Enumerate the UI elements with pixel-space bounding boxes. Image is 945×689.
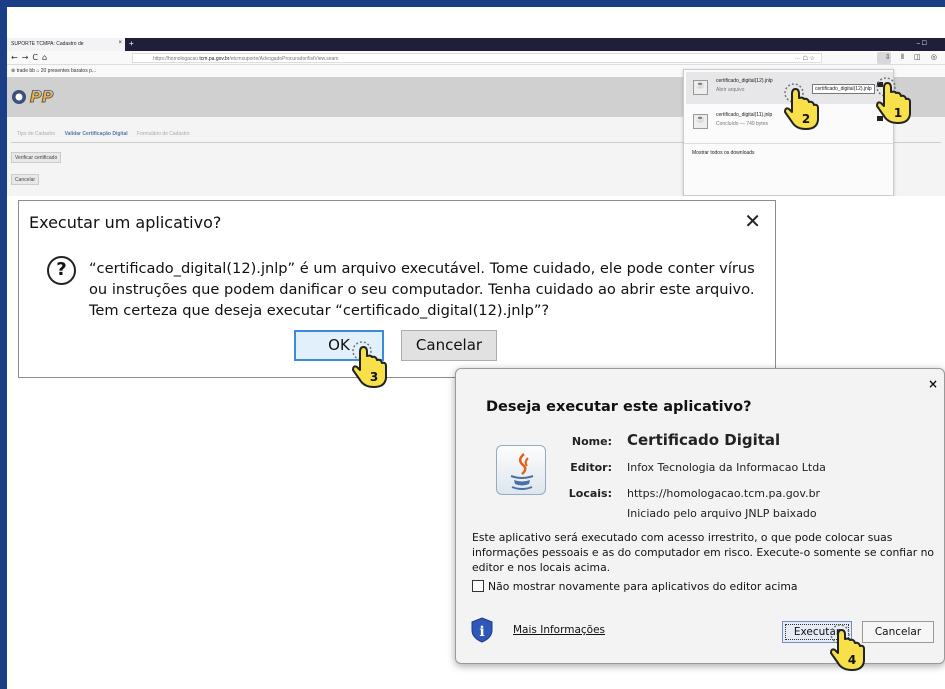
marker-number: 3 bbox=[370, 370, 378, 384]
dont-show-again-checkbox[interactable] bbox=[472, 580, 484, 592]
java-file-icon: ☕ bbox=[693, 80, 708, 95]
download-name: certificado_digital(12).jnlp bbox=[716, 78, 773, 84]
close-icon[interactable]: × bbox=[928, 377, 938, 391]
window-controls[interactable]: – ☐ bbox=[917, 40, 927, 47]
toolbar-icons[interactable]: ⇩ ⫴ ◫ ◎ bbox=[885, 53, 941, 62]
tab-title: SUPORTE TCMPA: Cadastro de bbox=[11, 41, 84, 47]
locations-label: Locais: bbox=[568, 487, 612, 500]
browser-toolbar: ←→C⌂ https://homologacao.tcm.pa.gov.br/e… bbox=[7, 51, 945, 65]
close-icon[interactable]: ✕ bbox=[744, 209, 761, 233]
app-name: Certificado Digital bbox=[627, 431, 781, 449]
download-status: Abrir arquivo bbox=[716, 87, 745, 93]
cancel-button[interactable]: Cancelar bbox=[401, 330, 497, 361]
step-tipo-cadastro[interactable]: Tipo de Cadastro bbox=[17, 131, 55, 137]
url-path: /etcmsuporte/AdvogadoProcurador/listView… bbox=[229, 56, 339, 62]
download-name: certificado_digital(11).jnlp bbox=[716, 112, 773, 118]
info-shield-icon: i bbox=[471, 617, 493, 643]
frame-left-bar bbox=[0, 0, 7, 689]
dialog-title: Executar um aplicativo? bbox=[29, 213, 222, 232]
marker-number: 1 bbox=[894, 106, 902, 120]
hand-pointer-icon: 4 bbox=[830, 624, 865, 671]
run-app-dialog: Executar um aplicativo? ✕ ? “certificado… bbox=[18, 200, 776, 378]
location-note: Iniciado pelo arquivo JNLP baixado bbox=[627, 507, 817, 520]
new-tab-button[interactable]: + bbox=[129, 39, 134, 48]
downloads-divider bbox=[684, 143, 893, 144]
publisher-value: Infox Tecnologia da Informacao Ltda bbox=[627, 461, 826, 474]
dialog-message: “certificado_digital(12).jnlp” é um arqu… bbox=[89, 260, 755, 319]
app-logo: PP PP bbox=[12, 87, 54, 107]
frame-top-bar bbox=[0, 0, 945, 7]
more-info-link[interactable]: Mais Informações bbox=[513, 624, 605, 636]
nav-buttons[interactable]: ←→C⌂ bbox=[11, 53, 51, 62]
marker-number: 2 bbox=[802, 112, 810, 126]
wizard-steps: Tipo de Cadastro Validar Certificação Di… bbox=[17, 131, 198, 137]
checkbox-label[interactable]: Não mostrar novamente para aplicativos d… bbox=[488, 580, 797, 593]
hand-pointer-icon: 2 bbox=[784, 83, 819, 130]
java-file-icon: ☕ bbox=[693, 114, 708, 129]
page-cancel-button[interactable]: Cancelar bbox=[11, 174, 40, 185]
marker-number: 4 bbox=[848, 653, 856, 667]
url-host: tcm.pa.gov.br bbox=[199, 56, 230, 62]
download-status: Concluído — 749 bytes bbox=[716, 121, 768, 127]
security-warning: Este aplicativo será executado com acess… bbox=[472, 531, 935, 574]
step-validar-certificacao[interactable]: Validar Certificação Digital bbox=[65, 131, 128, 137]
verify-certificate-button[interactable]: Verificar certificado bbox=[11, 152, 62, 163]
svg-text:i: i bbox=[479, 624, 484, 640]
java-security-dialog: × Deseja executar este aplicativo? Nome:… bbox=[455, 368, 945, 664]
url-actions-icons[interactable]: ··· ☖ ☆ bbox=[795, 55, 815, 62]
name-label: Nome: bbox=[571, 435, 612, 448]
publisher-label: Editor: bbox=[570, 461, 612, 474]
svg-text:PP: PP bbox=[30, 87, 54, 106]
java-cancel-button[interactable]: Cancelar bbox=[862, 621, 934, 643]
hand-pointer-icon: 3 bbox=[352, 341, 387, 388]
location-value: https://homologacao.tcm.pa.gov.br bbox=[627, 487, 821, 500]
step-formulario-cadastro[interactable]: Formulário de Cadastro bbox=[137, 131, 190, 137]
question-icon: ? bbox=[47, 256, 76, 285]
url-prefix: https://homologacao. bbox=[153, 56, 200, 62]
hand-pointer-icon: 1 bbox=[876, 77, 911, 124]
address-bar[interactable]: https://homologacao.tcm.pa.gov.br/etcmsu… bbox=[132, 53, 822, 63]
show-all-downloads-link[interactable]: Mostrar todos os downloads bbox=[692, 150, 755, 156]
browser-tab[interactable]: SUPORTE TCMPA: Cadastro de × bbox=[7, 38, 125, 51]
java-dialog-title: Deseja executar este aplicativo? bbox=[486, 399, 752, 415]
tab-close-icon[interactable]: × bbox=[118, 40, 122, 46]
tab-bar: SUPORTE TCMPA: Cadastro de × + – ☐ bbox=[7, 38, 945, 51]
